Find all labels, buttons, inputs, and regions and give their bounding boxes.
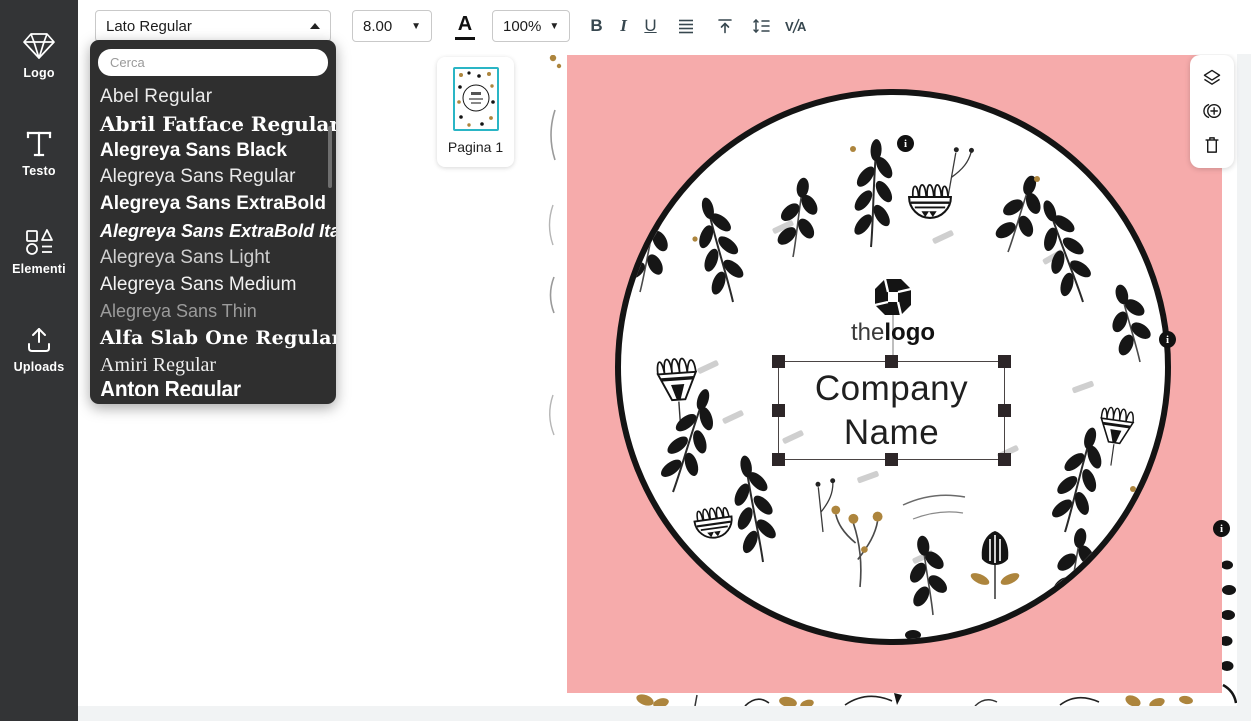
align-justify-button[interactable]: [672, 8, 699, 44]
company-name-text: Company Name: [779, 362, 1004, 459]
workspace-margin-right: [1237, 54, 1251, 721]
logo-text-prefix: the: [851, 319, 884, 346]
delete-button[interactable]: [1196, 130, 1228, 160]
resize-handle-middle-right[interactable]: [998, 404, 1011, 417]
sidebar-item-testo[interactable]: Testo: [0, 116, 78, 190]
upload-icon: [24, 326, 54, 354]
sidebar-item-label: Logo: [23, 66, 54, 80]
text-color-label: A: [455, 13, 475, 40]
letter-spacing-icon: V A: [785, 17, 809, 35]
layers-button[interactable]: [1196, 63, 1228, 93]
format-buttons-row: B I U: [583, 8, 810, 44]
zoom-value: 100%: [503, 18, 541, 35]
resize-handle-top-left[interactable]: [772, 355, 785, 368]
element-actions-panel: [1190, 55, 1234, 168]
vertical-align-top-button[interactable]: [711, 8, 738, 44]
sidebar-item-logo[interactable]: Logo: [0, 18, 78, 92]
resize-handle-top-right[interactable]: [998, 355, 1011, 368]
workspace-margin-bottom: [78, 706, 1251, 721]
font-option[interactable]: Alegreya Sans Black: [90, 138, 336, 165]
layers-icon: [1201, 67, 1223, 89]
font-list-scrollbar[interactable]: [328, 126, 332, 188]
font-option[interactable]: Alfa Slab One Regular: [90, 325, 336, 352]
font-size-value: 8.00: [363, 18, 392, 35]
page-thumbnail[interactable]: [453, 67, 499, 131]
font-family-value: Lato Regular: [106, 18, 192, 35]
company-name-textbox[interactable]: Company Name: [778, 361, 1005, 460]
font-option[interactable]: Alegreya Sans ExtraBold Italic: [90, 218, 336, 245]
font-option[interactable]: Abril Fatface Regular: [90, 111, 336, 138]
font-dropdown-panel: Abel Regular Abril Fatface Regular Alegr…: [90, 40, 336, 404]
duplicate-icon: [1200, 100, 1224, 122]
underline-button[interactable]: U: [637, 8, 664, 44]
sidebar-item-uploads[interactable]: Uploads: [0, 312, 78, 386]
font-option[interactable]: Abel Regular: [90, 84, 336, 111]
line-spacing-button[interactable]: [748, 8, 775, 44]
sidebar-item-elementi[interactable]: Elementi: [0, 214, 78, 288]
line-spacing-icon: [752, 17, 771, 35]
logo-wordmark: thelogo: [793, 319, 993, 347]
info-badge[interactable]: i: [897, 135, 914, 152]
logo-element[interactable]: thelogo: [793, 276, 993, 347]
resize-handle-bottom-center[interactable]: [885, 453, 898, 466]
font-family-select[interactable]: Lato Regular: [95, 10, 331, 42]
font-search-input[interactable]: [98, 49, 328, 76]
font-list: Abel Regular Abril Fatface Regular Alegr…: [90, 84, 336, 396]
shapes-icon: [24, 228, 54, 256]
zoom-select[interactable]: 100% ▼: [492, 10, 570, 42]
company-name-line1: Company: [815, 367, 968, 411]
text-icon: [24, 130, 54, 158]
info-badge[interactable]: i: [1213, 520, 1230, 537]
font-option[interactable]: Alegreya Sans Medium: [90, 272, 336, 299]
resize-handle-bottom-right[interactable]: [998, 453, 1011, 466]
font-option[interactable]: Amiri Regular: [90, 352, 336, 379]
trash-icon: [1202, 134, 1222, 156]
font-option[interactable]: Anton Regular: [90, 376, 336, 396]
chevron-up-icon: [310, 23, 320, 29]
font-size-select[interactable]: 8.00 ▼: [352, 10, 432, 42]
font-option[interactable]: Alegreya Sans Regular: [90, 164, 336, 191]
page-thumbnail-art: [455, 69, 497, 129]
chevron-down-icon: ▼: [411, 21, 421, 32]
sidebar-item-label: Elementi: [12, 262, 66, 276]
info-badge[interactable]: i: [1159, 331, 1176, 348]
sidebar: Logo Testo Elementi: [0, 0, 78, 721]
font-option[interactable]: Alegreya Sans ExtraBold: [90, 191, 336, 218]
vertical-align-top-icon: [716, 17, 734, 35]
font-option[interactable]: Alegreya Sans Light: [90, 245, 336, 272]
chevron-down-icon: ▼: [549, 21, 559, 32]
svg-text:V: V: [785, 19, 794, 34]
company-name-line2: Name: [844, 411, 939, 455]
page-label: Pagina 1: [448, 139, 503, 155]
logo-text-suffix: logo: [884, 319, 935, 346]
sidebar-item-label: Uploads: [14, 360, 65, 374]
bold-button[interactable]: B: [583, 8, 610, 44]
octagon-logo-icon: [872, 276, 914, 318]
letter-spacing-button[interactable]: V A: [783, 8, 810, 44]
font-option[interactable]: Alegreya Sans Thin: [90, 298, 336, 325]
sidebar-item-label: Testo: [22, 164, 55, 178]
page-thumbnail-card: Pagina 1: [437, 57, 514, 167]
duplicate-button[interactable]: [1196, 96, 1228, 126]
resize-handle-middle-left[interactable]: [772, 404, 785, 417]
diamond-icon: [22, 32, 56, 60]
align-justify-icon: [677, 17, 695, 35]
italic-button[interactable]: I: [610, 8, 637, 44]
app-window: thelogo Company Name i i i: [0, 0, 1251, 721]
resize-handle-bottom-left[interactable]: [772, 453, 785, 466]
text-color-button[interactable]: A: [450, 9, 480, 43]
resize-handle-top-center[interactable]: [885, 355, 898, 368]
